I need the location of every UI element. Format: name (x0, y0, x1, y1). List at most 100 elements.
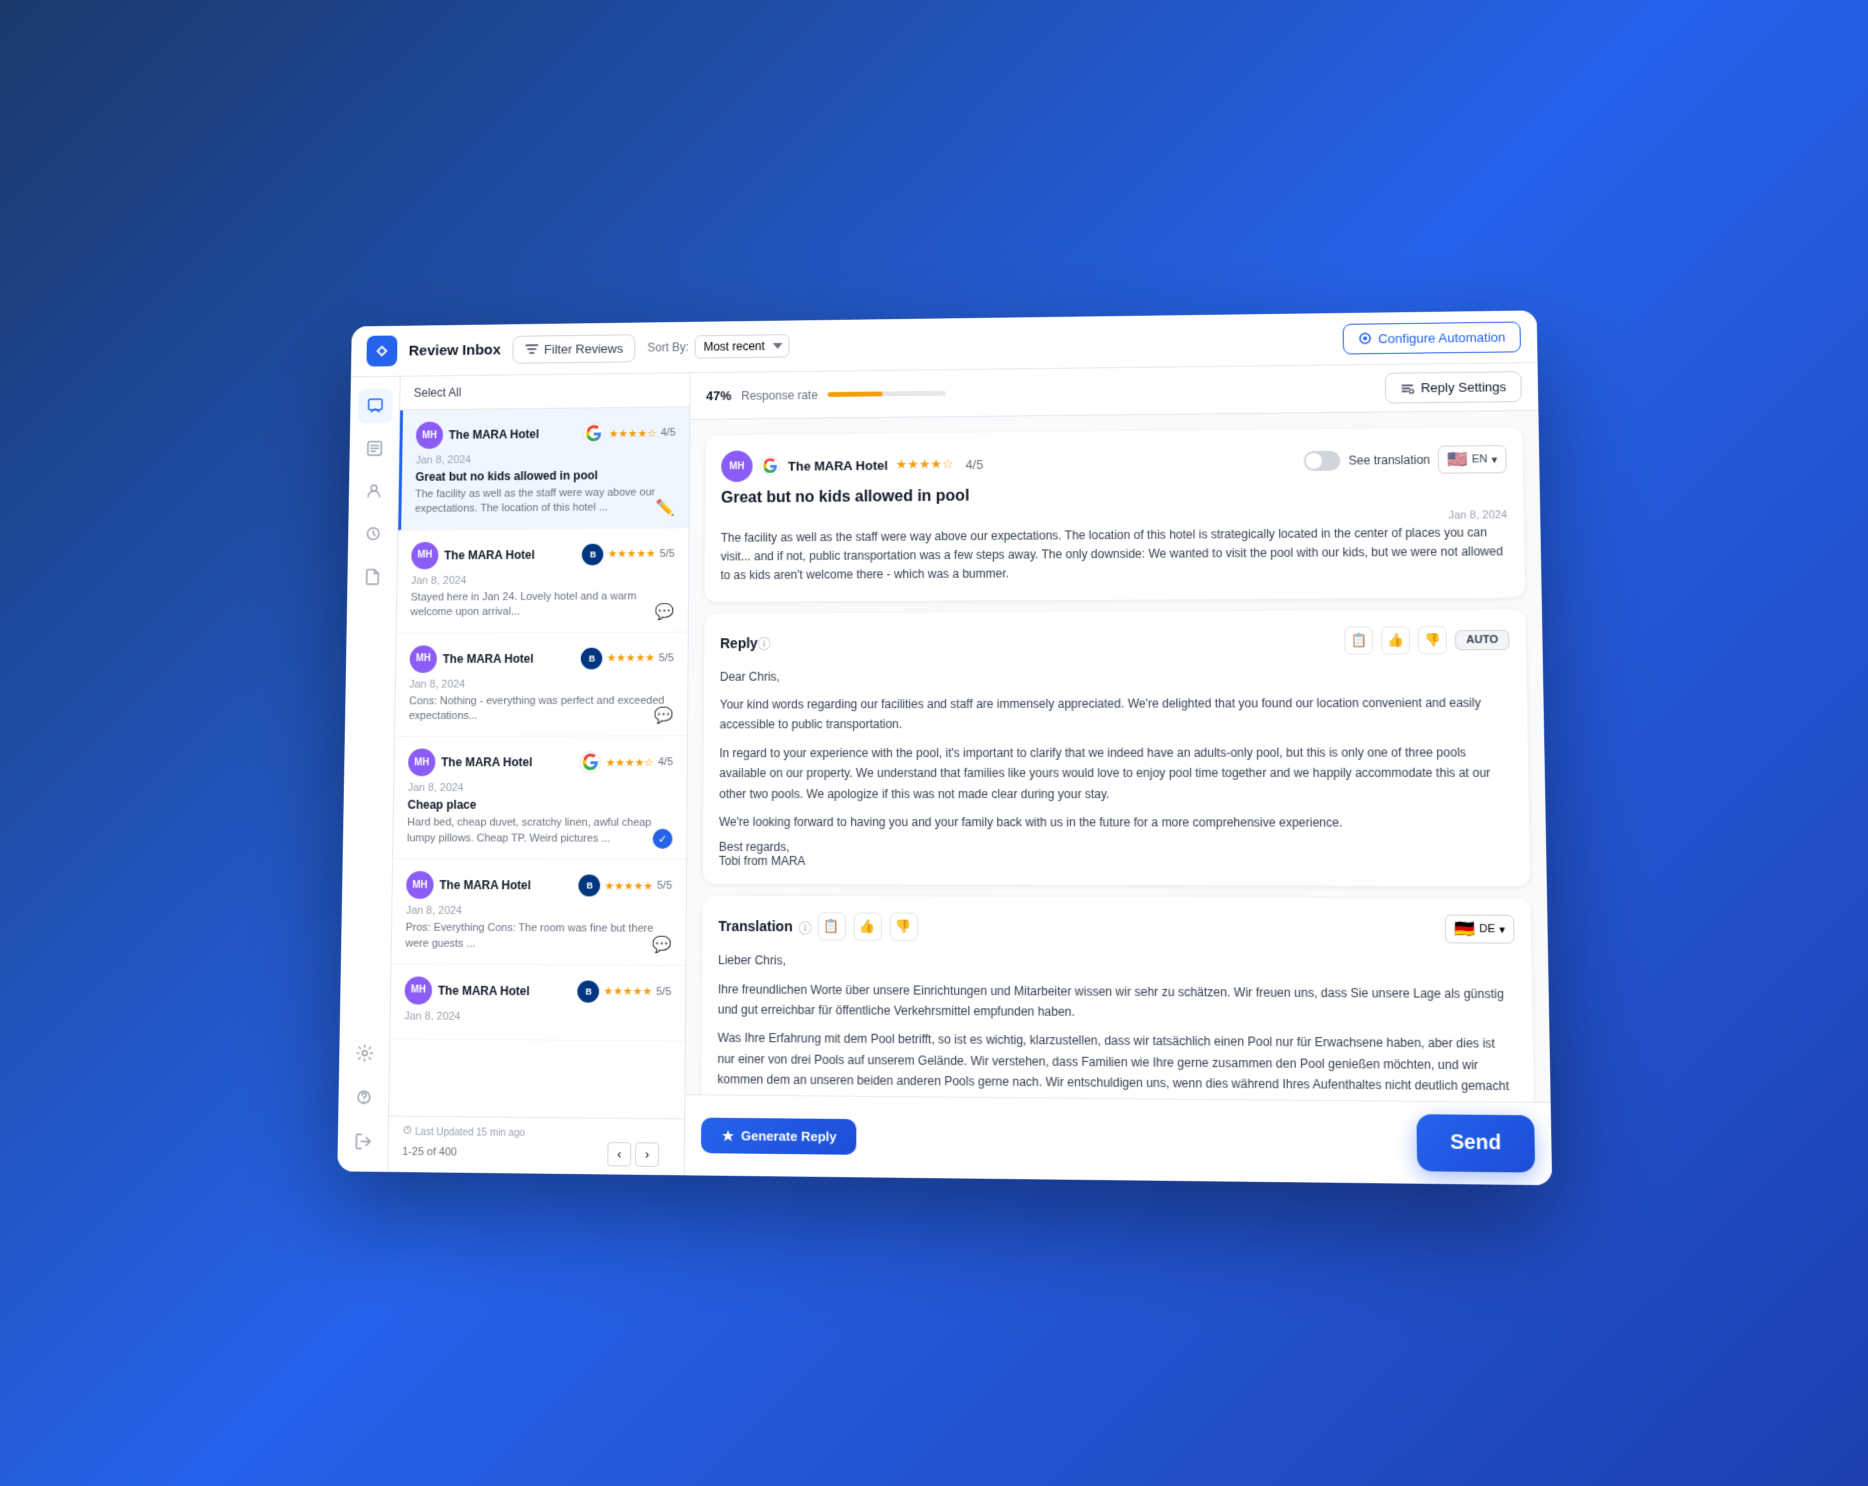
stars: ★★★★★ (607, 651, 655, 664)
avatar: MH (411, 542, 438, 569)
response-rate-bar (828, 391, 946, 397)
stars: ★★★★★ (604, 879, 653, 892)
review-date: Jan 8, 2024 (416, 452, 676, 466)
sidebar-item-settings[interactable] (346, 1035, 382, 1071)
reply-label: Reply (720, 635, 758, 651)
sidebar-item-users[interactable] (356, 473, 391, 508)
review-detail-panel: 47% Response rate Reply Settings (685, 363, 1552, 1185)
bottom-action-bar: Generate Reply Send (685, 1094, 1552, 1185)
reply-settings-button[interactable]: Reply Settings (1385, 371, 1522, 403)
review-detail-title: Great but no kids allowed in pool (721, 483, 1507, 507)
thumbs-down-button[interactable]: 👎 (1418, 626, 1447, 654)
thumbs-up-button[interactable]: 👍 (1381, 626, 1410, 654)
filter-reviews-button[interactable]: Filter Reviews (512, 334, 636, 364)
translation-thumbs-down-button[interactable]: 👎 (890, 913, 918, 941)
page-title: Review Inbox (409, 341, 501, 359)
reply-body-3: We're looking forward to having you and … (719, 812, 1513, 833)
reply-header-row: Reply ⓘ 📋 👍 👎 AUTO (720, 625, 1510, 656)
translation-copy-button[interactable]: 📋 (817, 913, 845, 941)
copy-button[interactable]: 📋 (1344, 626, 1373, 654)
review-date: Jan 8, 2024 (404, 1010, 671, 1024)
reply-body-1: Your kind words regarding our facilities… (720, 693, 1512, 736)
review-title: Cheap place (407, 798, 672, 812)
main-layout: Select All MH The MARA Hotel (337, 363, 1552, 1185)
next-page-button[interactable]: › (635, 1142, 659, 1167)
avatar: MH (410, 645, 437, 673)
avatar: MH (416, 422, 443, 449)
auto-badge[interactable]: AUTO (1455, 629, 1510, 649)
pagination-controls: ‹ › (607, 1142, 659, 1167)
flag-icon: 🇺🇸 (1447, 449, 1468, 469)
avatar: MH (406, 871, 434, 899)
german-flag-icon: 🇩🇪 (1454, 919, 1475, 940)
translation-body-1: Ihre freundlichen Worte über unsere Einr… (718, 979, 1516, 1026)
sidebar-item-reviews[interactable] (357, 388, 392, 423)
review-text: Hard bed, cheap duvet, scratchy linen, a… (407, 816, 673, 847)
translation-label: Translation (718, 918, 792, 934)
sort-by-group: Sort By: Most recent (647, 334, 789, 359)
list-item[interactable]: MH The MARA Hotel B ★★★★★ 5/5 Jan 8, 202… (395, 632, 688, 737)
list-item[interactable]: MH The MARA Hotel B ★★★★★ 5/5 Jan 8, 202… (391, 859, 686, 966)
review-date: Jan 8, 2024 (411, 573, 675, 586)
review-date: Jan 8, 2024 (406, 905, 672, 918)
translation-info-icon[interactable]: ⓘ (799, 917, 812, 936)
generate-reply-button[interactable]: Generate Reply (701, 1118, 857, 1155)
platform-badge-booking: B (581, 647, 603, 669)
pagination-text: 1-25 of 400 (402, 1146, 457, 1159)
reply-actions: 📋 👍 👎 AUTO (1344, 625, 1509, 654)
hotel-name: The MARA Hotel (443, 651, 534, 665)
detail-content: MH The MARA Hotel ★★★★☆ 4/5 (685, 411, 1550, 1102)
review-text: Stayed here in Jan 24. Lovely hotel and … (410, 589, 674, 621)
sidebar-item-logout[interactable] (345, 1123, 381, 1160)
last-updated-text: Last Updated 15 min ago (402, 1125, 659, 1141)
detail-stars: ★★★★☆ (896, 456, 954, 472)
stars: ★★★★★ (608, 547, 656, 560)
response-rate-fill (828, 391, 884, 397)
chat-icon: 💬 (652, 935, 672, 955)
review-date: Jan 8, 2024 (408, 782, 673, 794)
sidebar-item-list[interactable] (357, 431, 392, 466)
rating: 5/5 (657, 880, 672, 892)
translation-header: Translation ⓘ 📋 👍 👎 🇩🇪 DE ▾ (718, 912, 1514, 944)
sort-select[interactable]: Most recent (695, 334, 790, 359)
review-list-footer: Last Updated 15 min ago 1-25 of 400 ‹ › (388, 1116, 684, 1176)
avatar: MH (721, 450, 753, 482)
detail-hotel-name: The MARA Hotel (788, 458, 888, 474)
review-text: Pros: Everything Cons: The room was fine… (405, 921, 671, 953)
configure-automation-button[interactable]: Configure Automation (1343, 321, 1521, 354)
rating: 5/5 (659, 652, 674, 664)
sidebar-item-clock[interactable] (355, 516, 390, 551)
translation-language-selector[interactable]: 🇩🇪 DE ▾ (1445, 915, 1515, 944)
translation-thumbs-up-button[interactable]: 👍 (853, 913, 881, 941)
hotel-name: The MARA Hotel (449, 427, 539, 441)
list-item[interactable]: MH The MARA Hotel ★★★★☆ 4/5 Jan 8, 2024 … (398, 407, 689, 530)
translation-body: Lieber Chris, Ihre freundlichen Worte üb… (717, 950, 1519, 1102)
reply-body-2: In regard to your experience with the po… (719, 742, 1512, 804)
prev-page-button[interactable]: ‹ (607, 1142, 631, 1167)
reply-greeting: Dear Chris, (720, 664, 1510, 687)
chat-icon: 💬 (654, 706, 674, 726)
stars: ★★★★☆ (606, 756, 655, 769)
translation-body-2: Was Ihre Erfahrung mit dem Pool betrifft… (717, 1028, 1517, 1102)
reply-body: Dear Chris, Your kind words regarding ou… (719, 664, 1513, 833)
translation-toggle[interactable] (1304, 451, 1341, 471)
send-button[interactable]: Send (1417, 1114, 1536, 1172)
list-item[interactable]: MH The MARA Hotel ★★★★☆ 4/5 Jan 8, 2024 … (393, 737, 687, 860)
translation-card: Translation ⓘ 📋 👍 👎 🇩🇪 DE ▾ (701, 896, 1536, 1102)
translation-greeting: Lieber Chris, (718, 950, 1515, 975)
review-text: The facility as well as the staff were w… (415, 485, 675, 517)
hotel-name: The MARA Hotel (439, 878, 531, 892)
sidebar-item-help[interactable] (346, 1079, 382, 1115)
language-selector[interactable]: 🇺🇸 EN ▾ (1438, 445, 1507, 474)
info-icon[interactable]: ⓘ (758, 633, 771, 652)
response-rate-section: 47% Response rate (706, 386, 946, 403)
review-detail-card: MH The MARA Hotel ★★★★☆ 4/5 (705, 427, 1526, 601)
review-title: Great but no kids allowed in pool (415, 468, 675, 484)
platform-badge-google (580, 752, 602, 774)
app-container: Review Inbox Filter Reviews Sort By: Mos… (337, 310, 1552, 1185)
list-item[interactable]: MH The MARA Hotel B ★★★★★ 5/5 Jan 8, 202… (397, 528, 689, 633)
sidebar-item-document[interactable] (354, 559, 389, 594)
list-item[interactable]: MH The MARA Hotel B ★★★★★ 5/5 Jan 8, 202… (390, 964, 685, 1041)
select-all-button[interactable]: Select All (414, 386, 462, 400)
review-detail-body: The facility as well as the staff were w… (720, 523, 1508, 585)
